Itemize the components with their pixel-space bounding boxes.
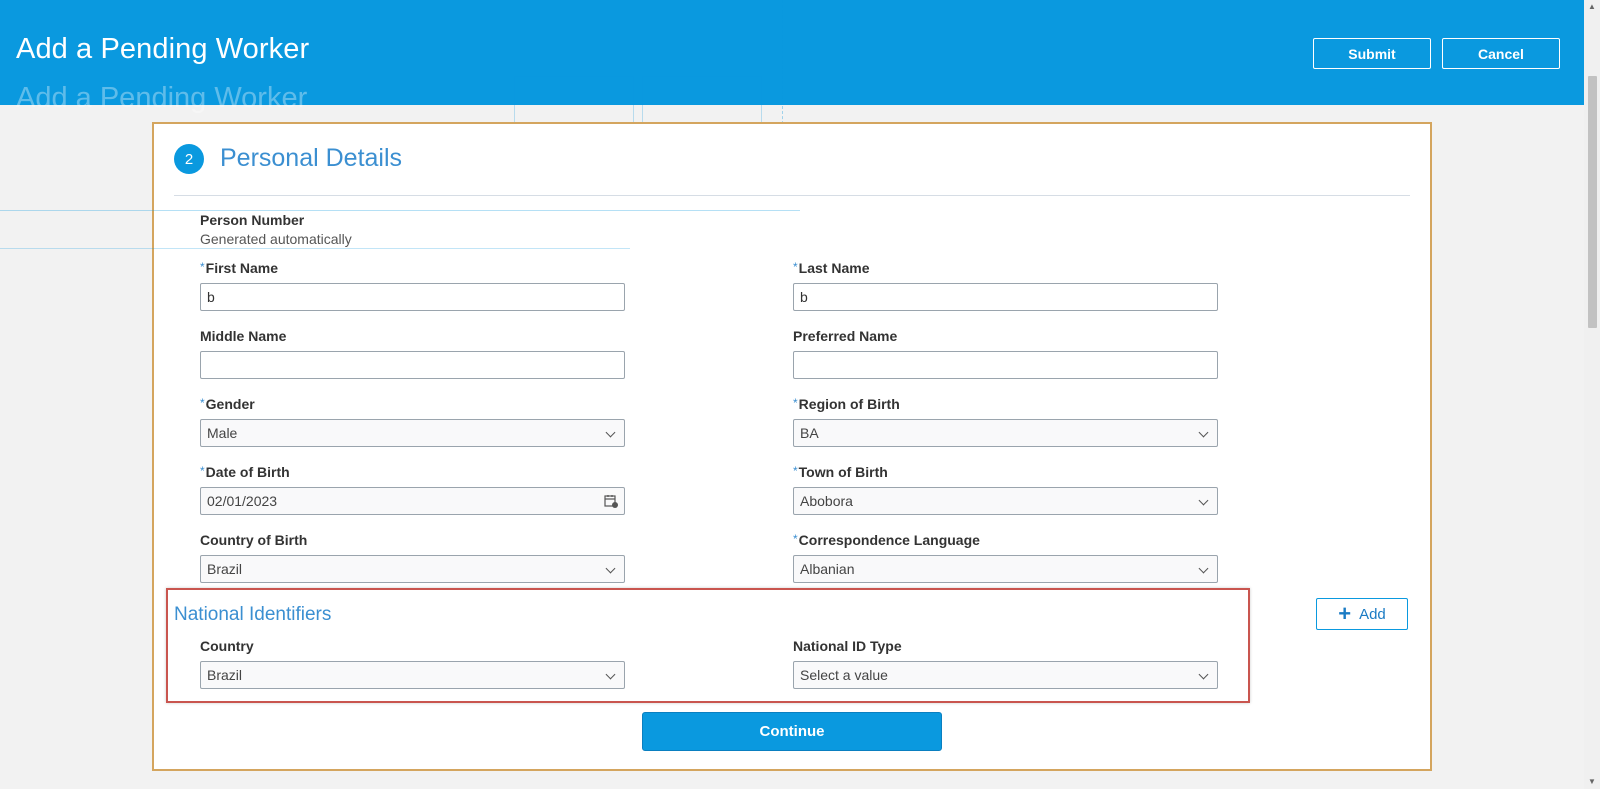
- page-title: Add a Pending Worker: [16, 33, 310, 65]
- step-number-badge: 2: [174, 144, 204, 174]
- chevron-down-icon: [605, 669, 616, 680]
- chevron-down-icon: [1198, 563, 1209, 574]
- chevron-down-icon: [1198, 495, 1209, 506]
- correspondence-language-select[interactable]: Albanian: [793, 555, 1218, 583]
- calendar-icon[interactable]: [604, 494, 618, 508]
- scroll-up-icon[interactable]: ▲: [1588, 3, 1596, 11]
- section-divider: [174, 195, 1410, 196]
- continue-button[interactable]: Continue: [642, 712, 942, 751]
- gender-label: *Gender: [200, 396, 255, 412]
- region-of-birth-label: *Region of Birth: [793, 396, 900, 412]
- cancel-button[interactable]: Cancel: [1442, 38, 1560, 69]
- page-header: Add a Pending Worker Add a Pending Worke…: [0, 0, 1584, 114]
- scroll-down-icon[interactable]: ▼: [1588, 778, 1596, 786]
- preferred-name-field[interactable]: [793, 351, 1218, 379]
- scrollbar-thumb[interactable]: [1588, 76, 1597, 328]
- add-national-id-button[interactable]: + Add: [1316, 598, 1408, 630]
- preferred-name-label: Preferred Name: [793, 328, 898, 344]
- chevron-down-icon: [605, 563, 616, 574]
- person-number-value: Generated automatically: [200, 231, 352, 247]
- country-of-birth-label: Country of Birth: [200, 532, 308, 548]
- chevron-down-icon: [605, 427, 616, 438]
- national-id-type-label: National ID Type: [793, 638, 902, 654]
- ghost-title-artifact: Add a Pending Worker: [16, 82, 308, 114]
- national-id-type-select[interactable]: Select a value: [793, 661, 1218, 689]
- chevron-down-icon: [1198, 669, 1209, 680]
- town-of-birth-select[interactable]: Abobora: [793, 487, 1218, 515]
- person-number-label: Person Number: [200, 212, 305, 228]
- country-of-birth-select[interactable]: Brazil: [200, 555, 625, 583]
- first-name-field[interactable]: b: [200, 283, 625, 311]
- section-title: Personal Details: [220, 144, 403, 172]
- first-name-label: *First Name: [200, 260, 279, 276]
- plus-icon: +: [1338, 601, 1352, 626]
- middle-name-label: Middle Name: [200, 328, 287, 344]
- date-of-birth-field[interactable]: 02/01/2023: [200, 487, 625, 515]
- national-id-country-select[interactable]: Brazil: [200, 661, 625, 689]
- last-name-label: *Last Name: [793, 260, 870, 276]
- correspondence-language-label: *Correspondence Language: [793, 532, 980, 548]
- town-of-birth-label: *Town of Birth: [793, 464, 888, 480]
- date-of-birth-label: *Date of Birth: [200, 464, 290, 480]
- middle-name-field[interactable]: [200, 351, 625, 379]
- submit-button[interactable]: Submit: [1313, 38, 1431, 69]
- gender-select[interactable]: Male: [200, 419, 625, 447]
- region-of-birth-select[interactable]: BA: [793, 419, 1218, 447]
- chevron-down-icon: [1198, 427, 1209, 438]
- last-name-field[interactable]: b: [793, 283, 1218, 311]
- national-identifiers-title: National Identifiers: [174, 604, 332, 625]
- national-id-country-label: Country: [200, 638, 254, 654]
